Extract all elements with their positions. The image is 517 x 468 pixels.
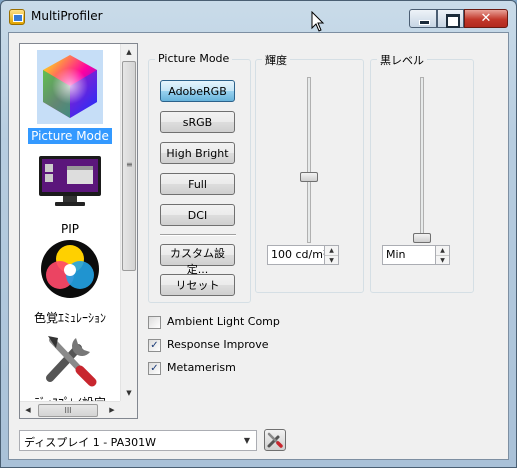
sidebar-item-color-emulation[interactable]: 色覚ｴﾐｭﾚｰｼｮﾝ [20,239,120,327]
minimize-button[interactable] [409,9,437,28]
spin-up-icon[interactable]: ▲ [325,246,338,255]
sidebar-item-label: 色覚ｴﾐｭﾚｰｼｮﾝ [33,311,106,325]
black-level-group: 黒レベル Min ▲ ▼ [370,52,474,293]
brightness-group: 輝度 100 cd/m² ▲ ▼ [255,52,364,293]
scroll-thumb[interactable]: ≡ [122,61,136,271]
checkbox-label: Ambient Light Comp [167,315,280,328]
brightness-value: 100 cd/m² [271,248,328,261]
brightness-slider-thumb[interactable] [300,172,318,183]
window-title: MultiProfiler [31,9,103,23]
display-tools-button[interactable] [264,429,286,451]
title-bar[interactable]: MultiProfiler ✕ [1,1,516,33]
sidebar-item-label: PIP [60,222,79,236]
mouse-cursor-icon [311,11,325,32]
maximize-button[interactable] [437,9,464,28]
checkbox-box[interactable]: ✓ [148,362,161,375]
divider [160,234,236,236]
tools-icon [46,336,97,387]
chevron-down-icon[interactable]: ▼ [239,432,255,449]
checkbox-label: Metamerism [167,361,236,374]
checkbox-label: Response Improve [167,338,269,351]
scroll-corner [120,401,137,418]
group-title: 黒レベル [377,52,427,68]
scroll-right-icon[interactable]: ▶ [104,402,120,418]
srgb-button[interactable]: sRGB [160,111,235,133]
spin-down-icon[interactable]: ▼ [436,255,449,264]
monitor-icon [39,156,101,206]
checkbox-box[interactable] [148,316,161,329]
display-select[interactable]: ディスプレイ 1 - PA301W ▼ [19,430,257,451]
group-title: Picture Mode [155,52,233,65]
app-window: MultiProfiler ✕ Picture Mode PIP 色覚ｴﾐｭﾚｰ… [0,0,517,468]
full-button[interactable]: Full [160,173,235,195]
function-list[interactable]: Picture Mode PIP 色覚ｴﾐｭﾚｰｼｮﾝ ▲ ≡ ▼ ◀ III … [19,43,138,419]
brightness-slider-track[interactable] [307,77,311,243]
adobergb-button[interactable]: AdobeRGB [160,80,235,102]
app-icon [9,9,25,25]
picture-mode-group: Picture Mode AdobeRGB sRGB High Bright F… [148,52,251,303]
brightness-spinbox[interactable]: 100 cd/m² ▲ ▼ [267,245,339,265]
spin-down-icon[interactable]: ▼ [325,255,338,264]
reset-button[interactable]: リセット [160,274,235,296]
custom-settings-button[interactable]: カスタム設定... [160,244,235,276]
group-title: 輝度 [262,52,290,68]
display-select-value: ディスプレイ 1 - PA301W [24,436,157,449]
horizontal-scrollbar[interactable]: ◀ III ▶ [20,401,120,418]
black-level-slider-track[interactable] [420,77,424,243]
scroll-up-icon[interactable]: ▲ [121,44,137,60]
scroll-left-icon[interactable]: ◀ [20,402,36,418]
black-level-spinbox[interactable]: Min ▲ ▼ [382,245,450,265]
high-bright-button[interactable]: High Bright [160,142,235,164]
color-circles-icon [41,240,99,298]
checkbox-box[interactable]: ✓ [148,339,161,352]
sidebar-item-label: Picture Mode [28,128,112,144]
color-cube-icon [37,50,103,124]
main-panel: Picture Mode PIP 色覚ｴﾐｭﾚｰｼｮﾝ ▲ ≡ ▼ ◀ III … [8,32,509,460]
sidebar-item-display-settings[interactable]: ﾃﾞｨｽﾌﾟﾚｲ設定 [20,330,120,407]
tools-icon [267,432,283,448]
sidebar-item-pip[interactable]: PIP [20,152,120,237]
scroll-thumb-horizontal[interactable]: III [38,404,98,417]
sidebar-item-picture-mode[interactable]: Picture Mode [20,50,120,144]
close-icon: ✕ [480,11,492,26]
close-button[interactable]: ✕ [464,9,508,28]
dci-button[interactable]: DCI [160,204,235,226]
black-level-slider-thumb[interactable] [413,233,431,243]
vertical-scrollbar[interactable]: ▲ ≡ ▼ [120,44,137,401]
black-level-value: Min [386,248,406,261]
scroll-down-icon[interactable]: ▼ [121,385,137,401]
spin-up-icon[interactable]: ▲ [436,246,449,255]
